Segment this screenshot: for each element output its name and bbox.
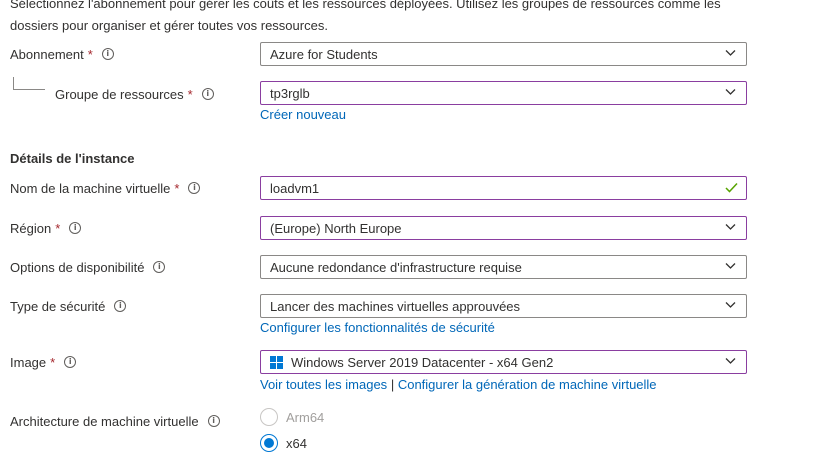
- instance-details-heading: Détails de l'instance: [10, 150, 135, 166]
- region-label: Région: [10, 220, 52, 236]
- image-links: Voir toutes les images | Configurer la g…: [260, 376, 657, 394]
- intro-line-2: dossiers pour organiser et gérer toutes …: [10, 18, 328, 33]
- intro-line-1: Sélectionnez l'abonnement pour gérer les…: [10, 0, 721, 11]
- configure-security-link[interactable]: Configurer les fonctionnalités de sécuri…: [260, 319, 495, 337]
- subscription-label: Abonnement: [10, 46, 84, 62]
- availability-value: Aucune redondance d'infrastructure requi…: [270, 259, 522, 275]
- region-dropdown[interactable]: (Europe) North Europe: [260, 216, 747, 240]
- image-value: Windows Server 2019 Datacenter - x64 Gen…: [291, 354, 554, 370]
- availability-label: Options de disponibilité: [10, 259, 145, 275]
- info-icon[interactable]: i: [153, 261, 166, 273]
- info-icon[interactable]: i: [64, 356, 77, 368]
- architecture-label-row: Architecture de machine virtuelle i: [10, 410, 220, 432]
- chevron-down-icon: [725, 358, 736, 364]
- region-label-row: Région * i: [10, 217, 82, 239]
- security-type-label: Type de sécurité: [10, 298, 106, 314]
- security-type-value: Lancer des machines virtuelles approuvée…: [270, 298, 521, 314]
- vm-name-input[interactable]: loadvm1: [260, 176, 747, 200]
- subscription-value: Azure for Students: [270, 46, 378, 62]
- required-mark: *: [187, 86, 193, 102]
- info-icon[interactable]: i: [101, 48, 114, 60]
- availability-label-row: Options de disponibilité i: [10, 256, 166, 278]
- required-mark: *: [55, 220, 61, 236]
- radio-label-arm64: Arm64: [286, 409, 325, 425]
- windows-logo-icon: [270, 355, 283, 369]
- chevron-down-icon: [725, 50, 736, 56]
- region-value: (Europe) North Europe: [270, 220, 402, 236]
- see-all-images-link[interactable]: Voir toutes les images: [260, 377, 387, 392]
- resource-group-dropdown[interactable]: tp3rglb: [260, 81, 747, 105]
- radio-selected-dot: [264, 438, 274, 448]
- vm-name-value: loadvm1: [270, 180, 320, 196]
- resource-group-label-row: Groupe de ressources * i: [55, 83, 214, 105]
- tree-connector: [13, 77, 45, 90]
- info-icon[interactable]: i: [201, 88, 214, 100]
- link-separator: |: [390, 377, 395, 392]
- vm-name-label: Nom de la machine virtuelle: [10, 180, 171, 196]
- radio-label-x64: x64: [286, 435, 307, 451]
- required-mark: *: [174, 180, 180, 196]
- vm-name-label-row: Nom de la machine virtuelle * i: [10, 177, 201, 199]
- image-label-row: Image * i: [10, 351, 77, 373]
- image-label: Image: [10, 354, 47, 370]
- create-new-link[interactable]: Créer nouveau: [260, 106, 346, 124]
- image-dropdown[interactable]: Windows Server 2019 Datacenter - x64 Gen…: [260, 350, 747, 374]
- required-mark: *: [50, 354, 56, 370]
- radio-button-x64[interactable]: [260, 434, 278, 452]
- checkmark-icon: [725, 182, 738, 193]
- chevron-down-icon: [725, 302, 736, 308]
- chevron-down-icon: [725, 89, 736, 95]
- radio-option-x64[interactable]: x64: [260, 433, 307, 453]
- intro-text: Sélectionnez l'abonnement pour gérer les…: [10, 0, 790, 37]
- availability-dropdown[interactable]: Aucune redondance d'infrastructure requi…: [260, 255, 747, 279]
- chevron-down-icon: [725, 224, 736, 230]
- subscription-dropdown[interactable]: Azure for Students: [260, 42, 747, 66]
- info-icon[interactable]: i: [188, 182, 201, 194]
- resource-group-label: Groupe de ressources: [55, 86, 184, 102]
- architecture-label: Architecture de machine virtuelle: [10, 413, 199, 429]
- configure-generation-link[interactable]: Configurer la génération de machine virt…: [398, 377, 657, 392]
- subscription-label-row: Abonnement * i: [10, 43, 114, 65]
- radio-button-arm64[interactable]: [260, 408, 278, 426]
- chevron-down-icon: [725, 263, 736, 269]
- radio-option-arm64[interactable]: Arm64: [260, 407, 324, 427]
- security-type-label-row: Type de sécurité i: [10, 295, 127, 317]
- resource-group-value: tp3rglb: [270, 85, 310, 101]
- info-icon[interactable]: i: [114, 300, 127, 312]
- required-mark: *: [87, 46, 93, 62]
- info-icon[interactable]: i: [207, 415, 220, 427]
- info-icon[interactable]: i: [69, 222, 82, 234]
- security-type-dropdown[interactable]: Lancer des machines virtuelles approuvée…: [260, 294, 747, 318]
